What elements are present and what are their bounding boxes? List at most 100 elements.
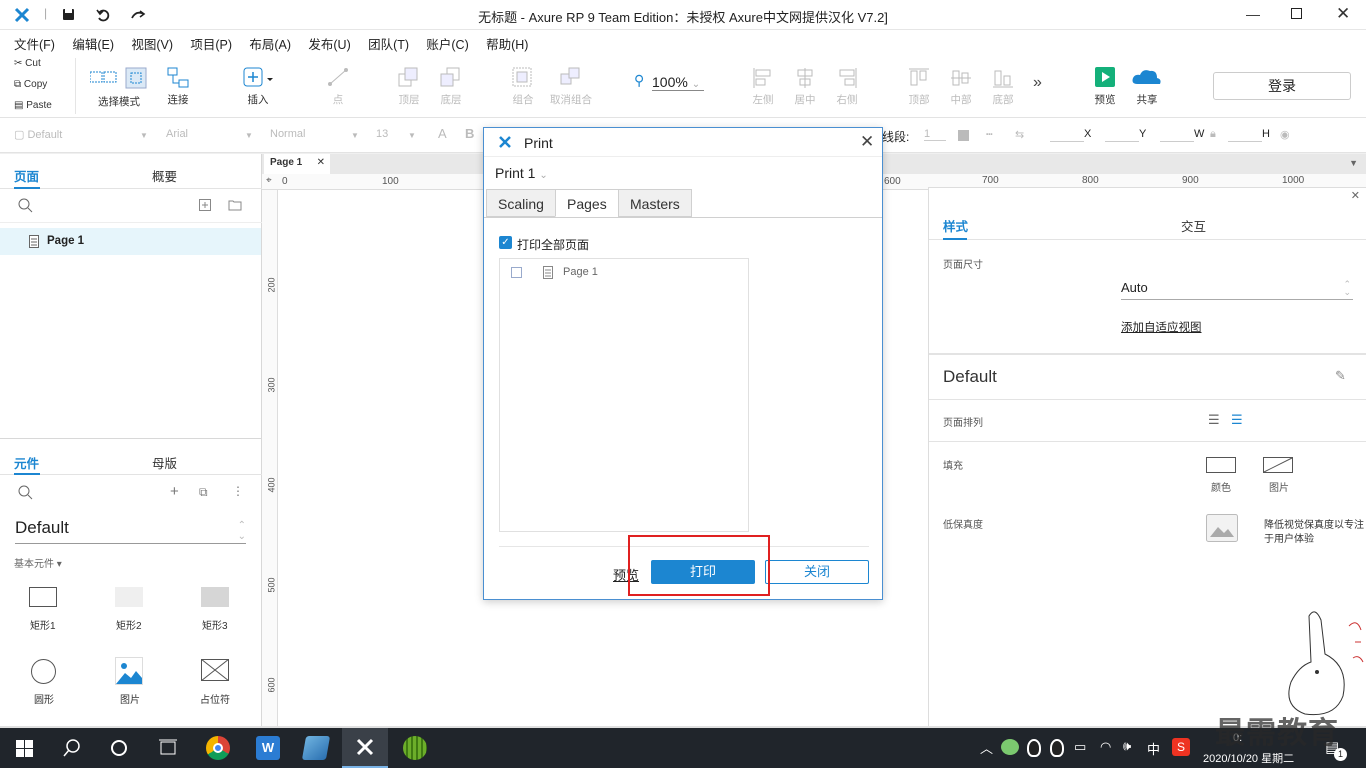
menu-view[interactable]: 视图(V)	[131, 34, 173, 53]
menu-account[interactable]: 账户(C)	[426, 34, 468, 53]
insert-button[interactable]: 插入	[230, 66, 286, 107]
align-bottom-button[interactable]: 底部	[975, 66, 1031, 107]
h-input[interactable]	[1228, 128, 1262, 142]
maximize-button[interactable]	[1291, 8, 1302, 19]
menu-file[interactable]: 文件(F)	[14, 34, 55, 53]
tab-page1[interactable]: Page 1 ✕	[264, 154, 330, 174]
paste-button[interactable]: ▤ Paste	[14, 100, 52, 111]
volume-icon[interactable]: 🕪︎	[1123, 738, 1131, 754]
library-select[interactable]: Default ⌃ ⌄	[15, 518, 246, 544]
category-label[interactable]: 基本元件 ▾	[14, 555, 62, 570]
tab-pages[interactable]: 页面	[14, 166, 39, 185]
widget-search-icon[interactable]	[18, 485, 33, 500]
menu-publish[interactable]: 发布(U)	[308, 34, 350, 53]
menu-team[interactable]: 团队(T)	[368, 34, 409, 53]
menu-arrange[interactable]: 布局(A)	[249, 34, 291, 53]
tab-outline[interactable]: 概要	[152, 166, 177, 185]
more-options-icon[interactable]: ⋮	[232, 484, 244, 498]
tab-widgets[interactable]: 元件	[14, 453, 39, 472]
qq-tray-icon-2[interactable]	[1050, 739, 1064, 757]
fill-color-swatch[interactable]	[1206, 457, 1236, 473]
wifi-icon[interactable]: ◠	[1100, 739, 1111, 755]
select-mode-button[interactable]: 选择模式	[90, 66, 148, 109]
cortana-icon[interactable]	[110, 739, 128, 757]
tab-interactions[interactable]: 交互	[1181, 216, 1206, 235]
menu-help[interactable]: 帮助(H)	[486, 34, 528, 53]
arrow-style-icon[interactable]: ⇆	[1015, 128, 1024, 141]
visibility-eye-icon[interactable]: ◉	[1280, 128, 1290, 141]
font-color-icon[interactable]: A	[438, 126, 447, 141]
bamboo-app-icon[interactable]	[403, 736, 427, 760]
chrome-icon[interactable]	[206, 736, 230, 760]
line-width-input[interactable]: 1	[924, 128, 946, 141]
page-tree-item[interactable]: Page 1	[0, 228, 261, 255]
axure-taskbar-button[interactable]	[342, 728, 388, 768]
rectangle2-widget-icon[interactable]	[115, 587, 143, 607]
sogou-ime-icon[interactable]: S	[1172, 738, 1190, 756]
placeholder-widget-icon[interactable]	[201, 659, 229, 681]
weight-select[interactable]: Normal	[270, 128, 305, 140]
tray-expand-icon[interactable]: ︿	[980, 738, 993, 757]
menu-project[interactable]: 项目(P)	[190, 34, 232, 53]
notepad-app-icon[interactable]	[301, 736, 331, 760]
line-style-icon[interactable]: ┅	[986, 128, 993, 141]
tab-style[interactable]: 样式	[943, 216, 968, 235]
login-button[interactable]: 登录	[1213, 72, 1351, 100]
font-select[interactable]: Arial	[166, 128, 188, 140]
rectangle3-widget-icon[interactable]	[201, 587, 229, 607]
cut-button[interactable]: ✂ Cut	[14, 58, 41, 69]
low-fidelity-image-icon[interactable]	[1206, 514, 1238, 542]
align-left-page-icon[interactable]: ☰	[1208, 412, 1220, 428]
send-to-back-button[interactable]: 底层	[423, 66, 479, 107]
page-size-select[interactable]: Auto ⌃ ⌄	[1121, 280, 1353, 300]
connect-button[interactable]: 连接	[150, 66, 206, 107]
menu-edit[interactable]: 编辑(E)	[72, 34, 114, 53]
tab-scaling[interactable]: Scaling	[486, 189, 556, 217]
ellipse-widget-icon[interactable]	[31, 659, 56, 684]
rectangle1-widget-icon[interactable]	[29, 587, 57, 607]
add-library-icon[interactable]: +	[170, 483, 179, 500]
y-input[interactable]	[1105, 128, 1139, 142]
task-view-icon[interactable]	[158, 739, 178, 757]
page-list-item[interactable]: Page 1	[563, 266, 598, 278]
share-button[interactable]: 共享	[1119, 66, 1175, 107]
more-chevron-icon[interactable]: »	[1033, 74, 1042, 92]
align-center-page-icon[interactable]: ☰	[1231, 412, 1243, 428]
point-button[interactable]: 点	[310, 66, 366, 107]
clock-date[interactable]: 2020/10/20 星期二	[1203, 750, 1294, 766]
add-page-icon[interactable]	[199, 199, 211, 211]
font-size-select[interactable]: 13	[376, 128, 388, 140]
search-icon[interactable]	[18, 198, 33, 213]
qq-tray-icon[interactable]	[1027, 739, 1041, 757]
print-profile-select[interactable]: Print 1 ⌄	[495, 165, 548, 181]
lock-icon[interactable]: 🔒︎	[1210, 128, 1216, 141]
windows-start-icon[interactable]	[16, 740, 33, 757]
dialog-close-icon[interactable]: ✕	[860, 132, 874, 152]
tab-pages[interactable]: Pages	[555, 189, 619, 217]
w-input[interactable]	[1160, 128, 1194, 142]
close-window-button[interactable]: ✕	[1336, 4, 1350, 24]
image-widget-icon[interactable]	[115, 657, 143, 685]
line-color-icon[interactable]	[958, 130, 969, 141]
align-right-button[interactable]: 右侧	[819, 66, 875, 107]
x-input[interactable]	[1050, 128, 1084, 142]
minimize-button[interactable]: —	[1246, 6, 1260, 22]
copy-button[interactable]: ⧉ Copy	[14, 79, 47, 90]
ime-indicator[interactable]: 中	[1147, 739, 1160, 758]
add-folder-icon[interactable]	[228, 199, 242, 211]
tab-masters[interactable]: Masters	[618, 189, 692, 217]
wps-writer-icon[interactable]: W	[256, 736, 280, 760]
library-copy-icon[interactable]: ⧉	[199, 485, 208, 500]
add-adaptive-view-link[interactable]: 添加自适应视图	[1121, 319, 1202, 335]
edit-style-icon[interactable]: ✎	[1335, 368, 1346, 384]
fill-image-icon[interactable]	[1263, 457, 1293, 473]
style-select[interactable]: ▢ Default	[14, 128, 62, 141]
close-dialog-button[interactable]: 关闭	[765, 560, 869, 584]
zoom-select[interactable]: 100% ⌄	[652, 74, 704, 91]
battery-icon[interactable]: ▭	[1074, 739, 1086, 755]
bold-icon[interactable]: B	[465, 126, 474, 141]
print-all-checkbox[interactable]: ✓	[499, 236, 512, 249]
taskbar-search-icon[interactable]	[63, 739, 81, 757]
wechat-tray-icon[interactable]	[1001, 739, 1019, 755]
ungroup-button[interactable]: 取消组合	[543, 66, 599, 107]
